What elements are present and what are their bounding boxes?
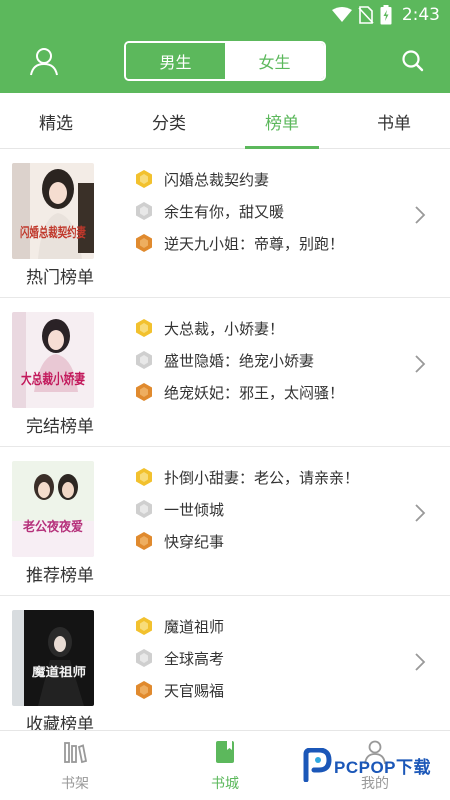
user-button[interactable] — [28, 45, 60, 77]
gender-switch: 男生 女生 — [124, 41, 326, 81]
bronze-medal-icon — [136, 383, 152, 401]
book-cover: 大总裁小娇妻 — [12, 312, 94, 408]
rank-item-3[interactable]: 绝宠妖妃：邪王，太闷骚！ — [134, 376, 344, 408]
category-tabs: 精选 分类 榜单 书单 — [0, 93, 450, 149]
status-bar: 2:43 — [0, 0, 450, 30]
gender-tab-male[interactable]: 男生 — [126, 43, 225, 79]
rank-title: 天官赐福 — [164, 681, 225, 700]
book-cover: 闪婚总裁契约妻 — [12, 163, 94, 259]
silver-medal-icon — [136, 500, 152, 518]
ranking-section-hot[interactable]: 闪婚总裁契约妻 热门榜单 闪婚总裁契约妻 余生有你，甜又暖 逆天九小姐：帝尊，别… — [0, 149, 450, 298]
bronze-medal-icon — [136, 532, 152, 550]
nav-label: 书架 — [61, 776, 89, 792]
rank-item-2[interactable]: 盛世隐婚：绝宠小娇妻 — [134, 344, 344, 376]
nav-label: 书城 — [211, 776, 239, 792]
tab-categories[interactable]: 分类 — [131, 93, 207, 149]
rank-item-2[interactable]: 一世倾城 — [134, 493, 359, 525]
cover-title-text: 魔道祖师 — [32, 664, 86, 679]
ranking-section-completed[interactable]: 大总裁小娇妻 完结榜单 大总裁，小娇妻！ 盛世隐婚：绝宠小娇妻 绝宠妖妃：邪王，… — [0, 298, 450, 447]
status-time: 2:43 — [401, 5, 440, 25]
tab-booklists[interactable]: 书单 — [356, 93, 432, 149]
bronze-medal-icon — [136, 234, 152, 252]
no-sim-icon — [358, 6, 374, 24]
rank-item-3[interactable]: 天官赐福 — [134, 674, 224, 706]
rank-title: 盛世隐婚：绝宠小娇妻 — [164, 351, 315, 370]
gold-medal-icon — [136, 319, 152, 337]
rank-title: 扑倒小甜妻：老公，请亲亲！ — [164, 468, 360, 487]
cover-title-text: 老公夜夜爱 — [22, 519, 83, 535]
rank-item-1[interactable]: 魔道祖师 — [134, 610, 224, 642]
section-label: 推荐榜单 — [26, 566, 94, 586]
section-label: 完结榜单 — [26, 417, 94, 437]
app-header: 2:43 男生 女生 — [0, 0, 450, 93]
search-button[interactable] — [400, 48, 426, 74]
bronze-medal-icon — [136, 681, 152, 699]
silver-medal-icon — [136, 202, 152, 220]
user-icon — [30, 48, 58, 76]
cover-title-text: 闪婚总裁契约妻 — [20, 225, 86, 241]
rank-item-2[interactable]: 全球高考 — [134, 642, 224, 674]
rank-title: 全球高考 — [164, 649, 225, 668]
rank-title: 绝宠妖妃：邪王，太闷骚！ — [164, 383, 345, 402]
tab-rankings[interactable]: 榜单 — [245, 93, 319, 149]
watermark-text: PCPOP下载 — [334, 757, 432, 777]
rank-item-2[interactable]: 余生有你，甜又暖 — [134, 195, 344, 227]
tab-featured[interactable]: 精选 — [18, 93, 94, 149]
nav-bookshelf[interactable]: 书架 — [35, 739, 115, 799]
battery-icon — [380, 5, 392, 25]
rank-title: 魔道祖师 — [164, 617, 225, 636]
watermark-logo-icon — [303, 748, 332, 782]
chevron-right-icon — [415, 504, 426, 522]
wifi-icon — [331, 7, 352, 22]
book-cover: 魔道祖师 — [12, 610, 94, 706]
chevron-right-icon — [415, 206, 426, 224]
search-icon — [402, 50, 424, 72]
rank-title: 余生有你，甜又暖 — [164, 202, 285, 221]
ranking-section-favorites[interactable]: 魔道祖师 收藏榜单 魔道祖师 全球高考 天官赐福 — [0, 596, 450, 745]
rank-title: 闪婚总裁契约妻 — [164, 170, 270, 189]
rank-title: 大总裁，小娇妻！ — [164, 319, 285, 338]
silver-medal-icon — [136, 351, 152, 369]
rank-item-3[interactable]: 逆天九小姐：帝尊，别跑！ — [134, 227, 344, 259]
bookstore-icon — [216, 741, 234, 763]
rank-title: 逆天九小姐：帝尊，别跑！ — [164, 234, 345, 253]
gold-medal-icon — [136, 170, 152, 188]
nav-bookstore[interactable]: 书城 — [185, 739, 265, 799]
ranking-section-recommended[interactable]: 老公夜夜爱 推荐榜单 扑倒小甜妻：老公，请亲亲！ 一世倾城 快穿纪事 — [0, 447, 450, 596]
rank-item-1[interactable]: 扑倒小甜妻：老公，请亲亲！ — [134, 461, 359, 493]
silver-medal-icon — [136, 649, 152, 667]
rank-item-3[interactable]: 快穿纪事 — [134, 525, 359, 557]
rank-item-1[interactable]: 大总裁，小娇妻！ — [134, 312, 344, 344]
book-cover: 老公夜夜爱 — [12, 461, 94, 557]
cover-title-text: 大总裁小娇妻 — [21, 371, 85, 388]
watermark: PCPOP下载 — [302, 748, 431, 782]
chevron-right-icon — [415, 653, 426, 671]
rank-title: 一世倾城 — [164, 500, 225, 519]
gender-tab-female[interactable]: 女生 — [225, 43, 324, 79]
rank-title: 快穿纪事 — [164, 532, 225, 551]
gold-medal-icon — [136, 468, 152, 486]
gold-medal-icon — [136, 617, 152, 635]
section-label: 热门榜单 — [26, 268, 94, 288]
chevron-right-icon — [415, 355, 426, 373]
rank-item-1[interactable]: 闪婚总裁契约妻 — [134, 163, 344, 195]
bookshelf-icon — [64, 742, 88, 764]
